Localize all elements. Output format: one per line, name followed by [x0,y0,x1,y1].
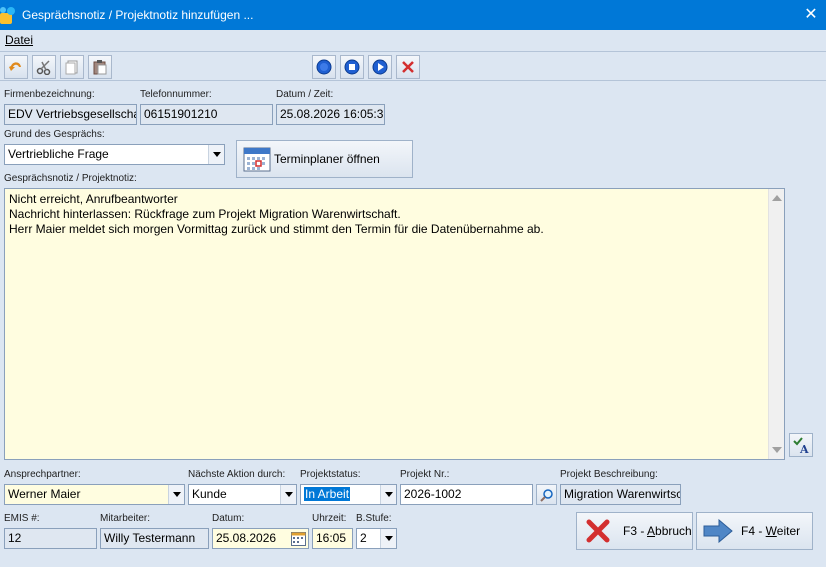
play-icon [372,59,388,75]
projektstatus-label: Projektstatus: [300,469,361,480]
telefon-label: Telefonnummer: [140,89,212,100]
terminplaner-label: Terminplaner öffnen [274,152,380,166]
chevron-down-icon[interactable] [280,485,296,504]
close-icon[interactable]: ✕ [796,0,826,30]
svg-text:A: A [799,443,809,454]
title-bar: Gesprächsnotiz / Projektnotiz hinzufügen… [0,0,826,30]
emis-field[interactable]: 12 [4,528,97,549]
datum-field[interactable]: 25.08.2026 [212,528,309,549]
app-icon [0,7,15,24]
grund-select[interactable]: Vertriebliche Frage [4,144,225,165]
chevron-down-icon[interactable] [380,529,396,548]
datum-label: Datum: [212,513,245,524]
red-x-icon [402,61,414,73]
search-icon [539,488,553,502]
scissors-icon [36,60,51,75]
projektstatus-value: In Arbeit [304,487,351,501]
delete-button[interactable] [396,55,420,79]
mitarbeiter-label: Mitarbeiter: [100,513,151,524]
notiz-textarea[interactable]: Nicht erreicht, Anrufbeantworter Nachric… [4,188,785,460]
stop-icon [344,59,360,75]
record-button[interactable] [312,55,336,79]
spellcheck-button[interactable]: A [789,433,813,457]
naechste-aktion-select[interactable]: Kunde [188,484,297,505]
red-x-icon [586,519,610,543]
firma-label: Firmenbezeichnung: [4,89,95,100]
ansprechpartner-select[interactable]: Werner Maier [4,484,185,505]
scroll-down-icon[interactable] [772,447,782,453]
scroll-up-icon[interactable] [772,195,782,201]
projekt-search-button[interactable] [536,484,557,505]
stop-button[interactable] [340,55,364,79]
terminplaner-button[interactable]: Terminplaner öffnen [236,140,413,178]
undo-icon [9,62,21,71]
calendar-icon [243,147,271,172]
menu-bar: Datei [0,30,826,52]
circle-icon [316,59,332,75]
cut-button[interactable] [32,55,56,79]
uhrzeit-label: Uhrzeit: [312,513,347,524]
naechste-aktion-value: Kunde [192,487,227,501]
emis-label: EMIS #: [4,513,40,524]
abbruch-rest: bbruch [655,524,692,538]
notiz-scrollbar[interactable] [768,189,784,459]
telefon-field[interactable]: 06151901210 [140,104,273,125]
firma-field[interactable]: EDV Vertriebsgesellschaft [4,104,137,125]
weiter-rest: eiter [776,524,801,538]
copy-button[interactable] [60,55,84,79]
grund-value: Vertriebliche Frage [8,147,109,161]
weiter-key: W [765,524,777,538]
projektnr-label: Projekt Nr.: [400,469,450,480]
weiter-prefix: F4 - [741,524,766,538]
menu-separator [0,51,826,52]
menu-datei[interactable]: Datei [5,33,33,47]
chevron-down-icon[interactable] [380,485,396,504]
bstufe-select[interactable]: 2 [356,528,397,549]
projektbeschr-label: Projekt Beschreibung: [560,469,658,480]
bstufe-label: B.Stufe: [356,513,392,524]
font-check-icon: A [793,437,809,454]
abbruch-button[interactable]: F3 - Abbruch [576,512,693,550]
datum-zeit-label: Datum / Zeit: [276,89,334,100]
projektnr-field[interactable]: 2026-1002 [400,484,533,505]
paste-button[interactable] [88,55,112,79]
weiter-button[interactable]: F4 - Weiter [696,512,813,550]
uhrzeit-field[interactable]: 16:05 [312,528,353,549]
datum-zeit-field[interactable]: 25.08.2026 16:05:3 [276,104,385,125]
calendar-icon[interactable] [291,531,306,546]
clipboard-icon [93,60,107,75]
ansprechpartner-label: Ansprechpartner: [4,469,81,480]
copy-icon [65,60,78,75]
projektstatus-select[interactable]: In Arbeit [300,484,397,505]
grund-label: Grund des Gesprächs: [4,129,105,140]
bstufe-value: 2 [360,531,367,545]
play-button[interactable] [368,55,392,79]
window-title: Gesprächsnotiz / Projektnotiz hinzufügen… [22,8,254,22]
arrow-right-icon [703,519,733,543]
abbruch-prefix: F3 - [623,524,648,538]
naechste-aktion-label: Nächste Aktion durch: [188,469,286,480]
abbruch-key: A [647,524,656,538]
undo-button[interactable] [4,55,28,79]
projektbeschr-field[interactable]: Migration Warenwirtschaft [560,484,681,505]
notiz-label: Gesprächsnotiz / Projektnotiz: [4,173,137,184]
mitarbeiter-field[interactable]: Willy Testermann [100,528,209,549]
chevron-down-icon[interactable] [168,485,184,504]
chevron-down-icon[interactable] [208,145,224,164]
notiz-text: Nicht erreicht, Anrufbeantworter Nachric… [9,192,544,236]
ansprechpartner-value: Werner Maier [8,487,81,501]
datum-value: 25.08.2026 [216,531,277,545]
toolbar [0,53,826,81]
